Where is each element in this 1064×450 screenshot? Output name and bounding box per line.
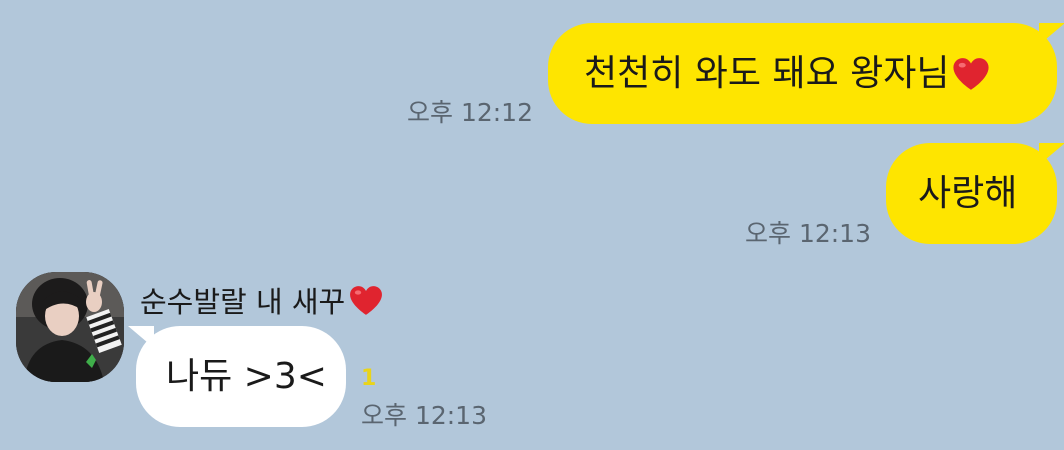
message-bubble-incoming[interactable]: 나듀 >3<: [128, 326, 346, 427]
avatar[interactable]: [16, 272, 124, 382]
unread-count-badge: 1: [361, 366, 377, 391]
message-timestamp: 오후 12:13: [745, 219, 871, 248]
message-timestamp: 오후 12:13: [361, 401, 487, 430]
sender-name: 순수발랄 내 새꾸: [140, 279, 383, 321]
message-text: 천천히 와도 돼요 왕자님: [584, 52, 950, 94]
heart-icon: [952, 57, 989, 90]
message-timestamp: 오후 12:12: [407, 98, 533, 127]
bubble-tail: [128, 326, 154, 348]
profile-photo: [16, 272, 124, 382]
message-text: 사랑해: [918, 172, 1018, 214]
message-bubble-outgoing[interactable]: 사랑해: [886, 143, 1064, 244]
message-text: 나듀 >3<: [166, 355, 327, 397]
chat-area: 천천히 와도 돼요 왕자님 오후 12:12 사랑해 오후 12:13 순수발랄…: [0, 0, 1064, 450]
message-bubble-outgoing[interactable]: 천천히 와도 돼요 왕자님: [548, 23, 1064, 124]
heart-icon: [350, 285, 383, 315]
bubble-tail: [1039, 143, 1064, 165]
bubble-tail: [1039, 23, 1064, 45]
